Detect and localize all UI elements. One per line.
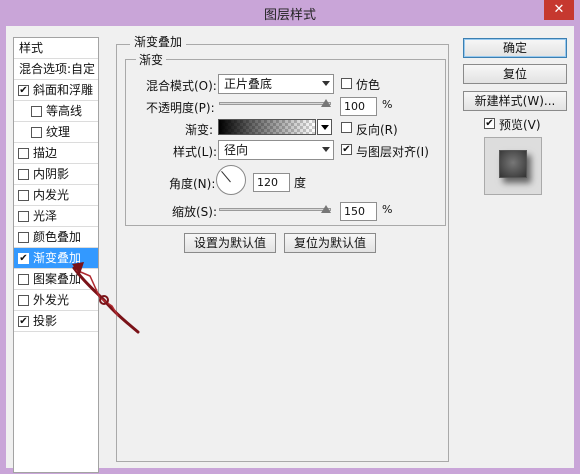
style-item-checkbox[interactable] xyxy=(31,106,42,117)
dither-label: 仿色 xyxy=(356,78,381,92)
style-item-label: 等高线 xyxy=(46,104,83,118)
dither-checkbox[interactable] xyxy=(341,78,352,89)
style-item-label: 颜色叠加 xyxy=(33,230,82,244)
chevron-down-icon xyxy=(321,125,329,130)
style-item[interactable]: ✔ 渐变叠加 xyxy=(14,248,98,269)
preview-checkbox[interactable]: ✔ xyxy=(484,118,495,129)
style-item[interactable]: 光泽 xyxy=(14,206,98,227)
style-item-checkbox[interactable] xyxy=(31,127,42,138)
scale-label: 缩放(S): xyxy=(172,205,218,219)
style-item-checkbox[interactable]: ✔ xyxy=(18,253,29,264)
reverse-label: 反向(R) xyxy=(356,123,398,137)
style-preview xyxy=(484,137,542,195)
gradient-label: 渐变: xyxy=(185,123,214,137)
preview-thumbnail xyxy=(499,150,527,178)
style-item-label: 外发光 xyxy=(33,293,70,307)
opacity-slider[interactable] xyxy=(219,102,331,105)
style-item-label: 图案叠加 xyxy=(33,272,82,286)
blend-mode-label: 混合模式(O): xyxy=(146,79,217,93)
scale-input[interactable]: 150 xyxy=(340,202,377,221)
new-style-button[interactable]: 新建样式(W)... xyxy=(463,91,567,111)
style-item[interactable]: 描边 xyxy=(14,143,98,164)
chevron-down-icon xyxy=(322,147,330,152)
scale-slider-thumb[interactable] xyxy=(321,205,331,213)
ok-button[interactable]: 确定 xyxy=(463,38,567,58)
style-select[interactable]: 径向 xyxy=(218,140,334,160)
angle-unit: 度 xyxy=(294,176,307,190)
style-item[interactable]: 图案叠加 xyxy=(14,269,98,290)
make-default-button[interactable]: 设置为默认值 xyxy=(184,233,276,253)
style-item-checkbox[interactable]: ✔ xyxy=(18,316,29,327)
blend-mode-select[interactable]: 正片叠底 xyxy=(218,74,334,94)
window-title: 图层样式 xyxy=(263,8,316,23)
style-item-checkbox[interactable] xyxy=(18,295,29,306)
align-with-layer-label: 与图层对齐(I) xyxy=(356,145,429,159)
preview-label: 预览(V) xyxy=(499,118,541,132)
style-item-label: 内阴影 xyxy=(33,167,70,181)
style-item-checkbox[interactable] xyxy=(18,148,29,159)
style-label: 样式(L): xyxy=(173,145,218,159)
style-item[interactable]: ✔ 投影 xyxy=(14,311,98,332)
align-with-layer-checkbox[interactable]: ✔ xyxy=(341,144,352,155)
angle-label: 角度(N): xyxy=(169,177,216,191)
style-item-checkbox[interactable] xyxy=(18,190,29,201)
blend-options-item[interactable]: 混合选项:自定 xyxy=(14,59,98,80)
style-item-checkbox[interactable]: ✔ xyxy=(18,85,29,96)
style-item-checkbox[interactable] xyxy=(18,169,29,180)
opacity-unit: % xyxy=(382,98,393,111)
style-item[interactable]: 内阴影 xyxy=(14,164,98,185)
gradient-swatch[interactable] xyxy=(218,119,316,135)
blend-mode-value: 正片叠底 xyxy=(224,77,273,91)
gradient-section-title: 渐变 xyxy=(136,51,167,68)
style-item[interactable]: 纹理 xyxy=(14,122,98,143)
style-item-label: 光泽 xyxy=(33,209,58,223)
dialog-body: 样式 混合选项:自定 ✔ 斜面和浮雕等高线纹理描边内阴影内发光光泽颜色叠加 ✔ 渐变叠… xyxy=(6,26,574,473)
scale-unit: % xyxy=(382,203,393,216)
style-value: 径向 xyxy=(224,143,249,157)
style-item-label: 渐变叠加 xyxy=(33,251,82,265)
style-item-label: 斜面和浮雕 xyxy=(33,83,94,97)
close-button[interactable]: ✕ xyxy=(544,0,574,20)
chevron-down-icon xyxy=(322,81,330,86)
style-item-label: 描边 xyxy=(33,146,58,160)
style-item[interactable]: 内发光 xyxy=(14,185,98,206)
opacity-label: 不透明度(P): xyxy=(146,101,215,115)
style-item[interactable]: 外发光 xyxy=(14,290,98,311)
gradient-dropdown-button[interactable] xyxy=(317,119,332,135)
angle-dial-needle xyxy=(221,170,231,183)
style-item-checkbox[interactable] xyxy=(18,274,29,285)
style-list: 样式 混合选项:自定 ✔ 斜面和浮雕等高线纹理描边内阴影内发光光泽颜色叠加 ✔ 渐变叠… xyxy=(13,37,99,473)
reset-default-button[interactable]: 复位为默认值 xyxy=(284,233,376,253)
panel-title: 渐变叠加 xyxy=(130,33,187,50)
style-item[interactable]: 等高线 xyxy=(14,101,98,122)
style-list-header[interactable]: 样式 xyxy=(14,38,98,59)
style-item[interactable]: 颜色叠加 xyxy=(14,227,98,248)
reverse-checkbox[interactable] xyxy=(341,122,352,133)
angle-input[interactable]: 120 xyxy=(253,173,290,192)
angle-dial[interactable] xyxy=(216,165,246,195)
style-item-label: 纹理 xyxy=(46,125,71,139)
style-item-label: 内发光 xyxy=(33,188,70,202)
style-item-checkbox[interactable] xyxy=(18,211,29,222)
title-bar: 图层样式 ✕ xyxy=(0,0,580,26)
scale-slider[interactable] xyxy=(219,208,331,211)
style-item-label: 投影 xyxy=(33,314,58,328)
reset-button[interactable]: 复位 xyxy=(463,64,567,84)
style-item-checkbox[interactable] xyxy=(18,232,29,243)
opacity-input[interactable]: 100 xyxy=(340,97,377,116)
opacity-slider-thumb[interactable] xyxy=(321,99,331,107)
style-item[interactable]: ✔ 斜面和浮雕 xyxy=(14,80,98,101)
